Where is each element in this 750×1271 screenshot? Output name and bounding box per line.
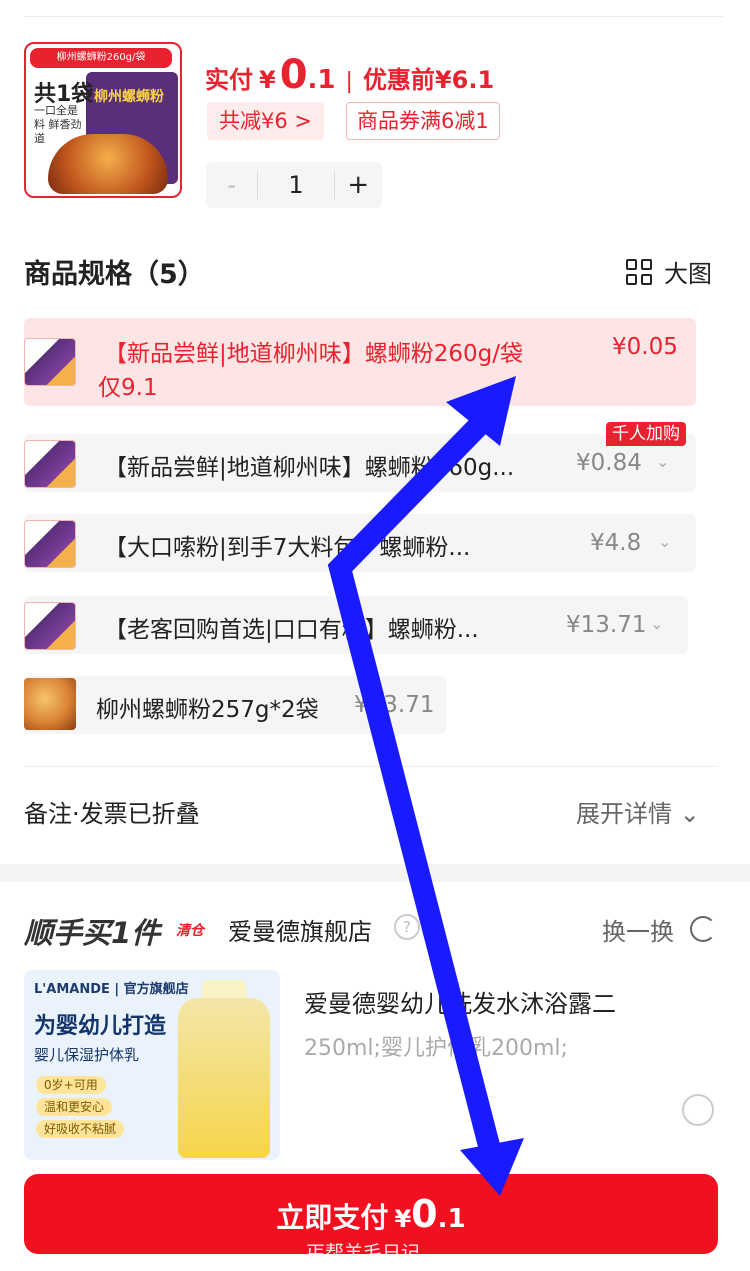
- arrow-head-down: [460, 1138, 524, 1196]
- arrow-shaft: [327, 404, 505, 1168]
- annotation-arrow: [327, 376, 524, 1196]
